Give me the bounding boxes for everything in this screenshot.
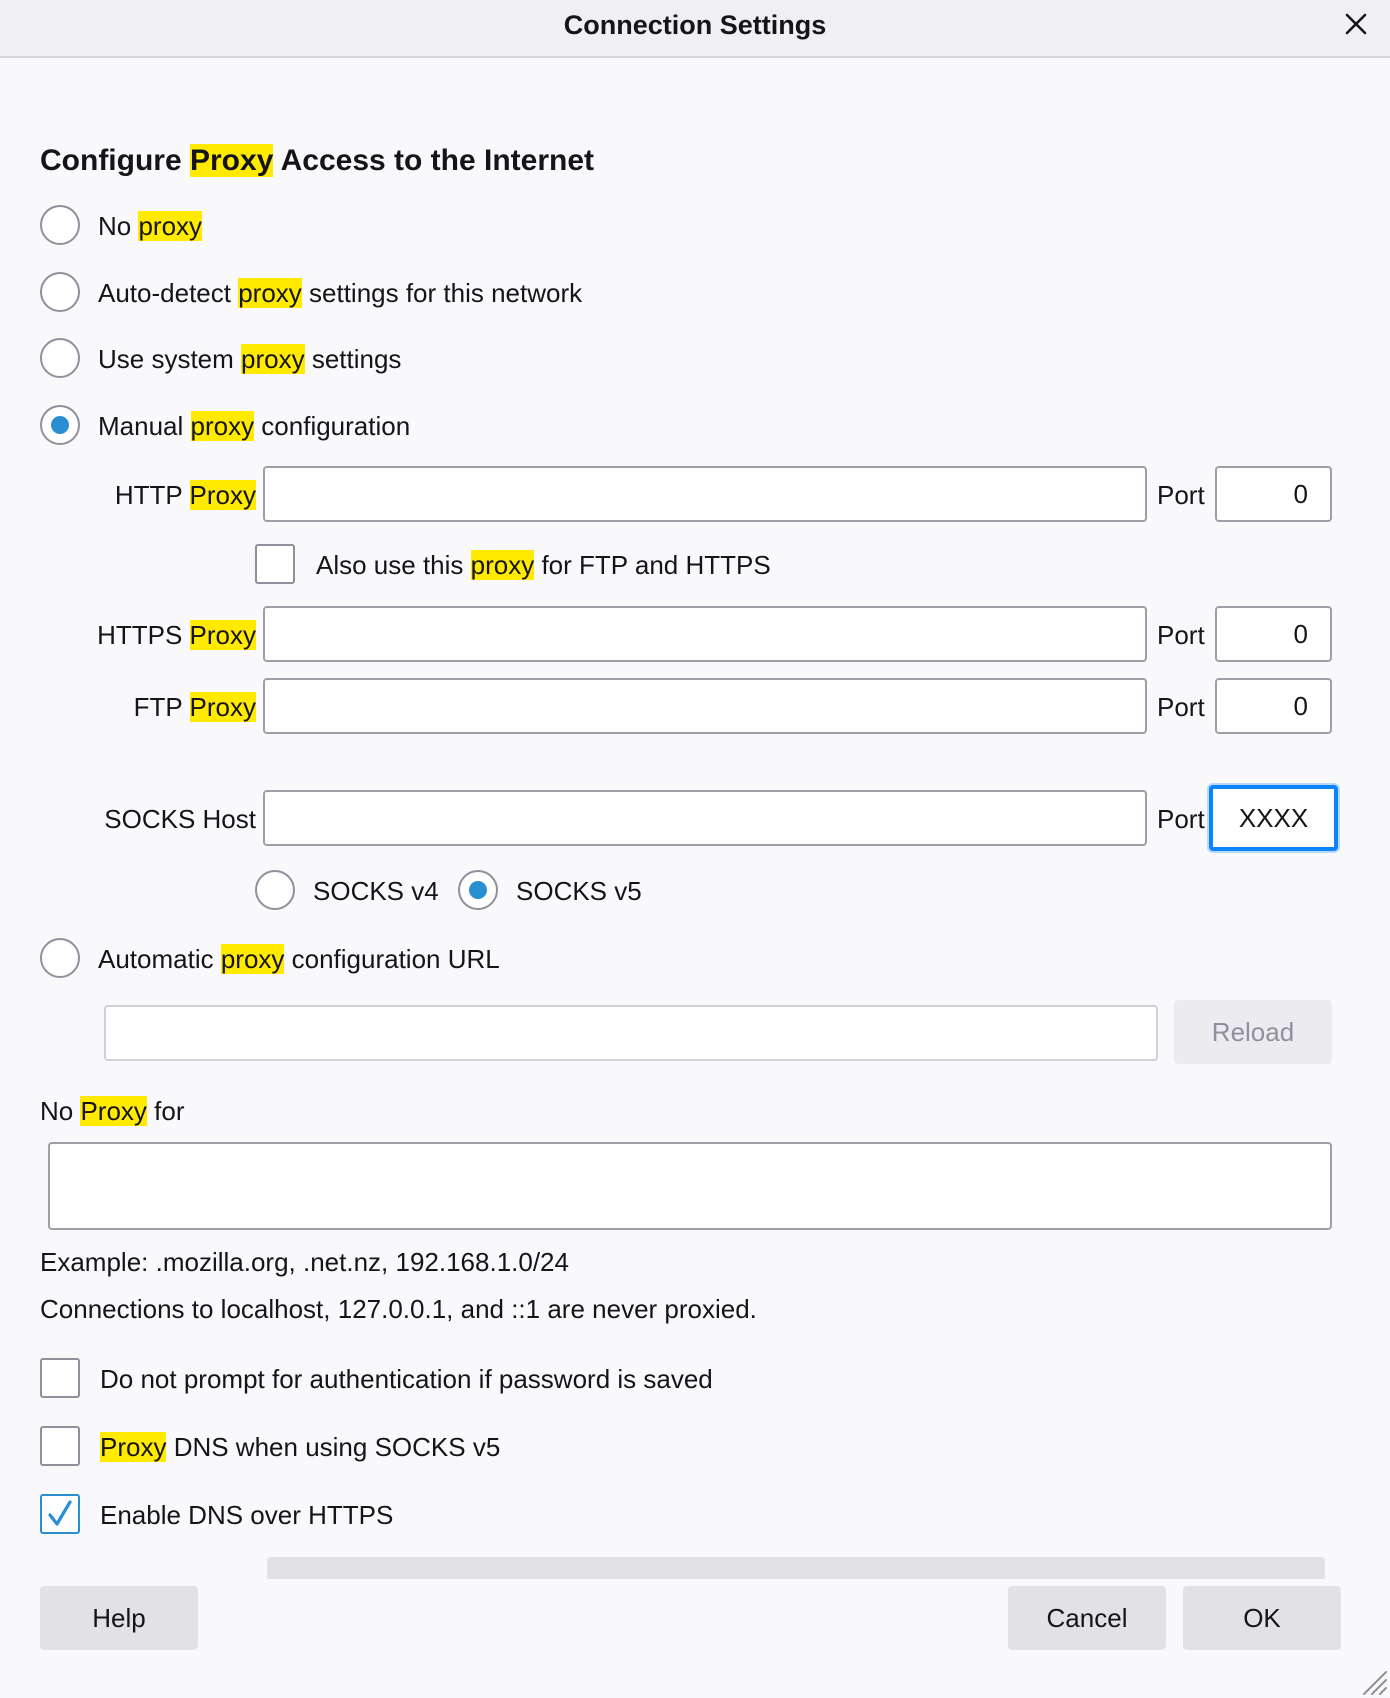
ftp-proxy-label: FTP Proxy <box>133 692 256 722</box>
radio-no-proxy[interactable] <box>40 205 80 245</box>
connection-settings-dialog: Connection Settings Configure Proxy Acce… <box>0 0 1390 1698</box>
auto-config-url-input[interactable] <box>104 1005 1158 1061</box>
radio-auto-detect[interactable] <box>40 272 80 312</box>
ftp-port-label: Port <box>1157 692 1205 722</box>
radio-system-proxy-label: Use system proxy settings <box>98 344 402 374</box>
socks-port-label: Port <box>1157 804 1205 834</box>
close-button[interactable] <box>1338 6 1374 42</box>
also-use-proxy-checkbox[interactable] <box>255 544 295 584</box>
ftp-port-input[interactable] <box>1215 678 1332 734</box>
radio-auto-detect-label: Auto-detect proxy settings for this netw… <box>98 278 583 308</box>
radio-manual-proxy-label: Manual proxy configuration <box>98 411 411 441</box>
close-icon <box>1345 13 1367 35</box>
radio-auto-config-url[interactable] <box>40 938 80 978</box>
https-proxy-label: HTTPS Proxy <box>97 620 256 650</box>
http-port-input[interactable] <box>1215 466 1332 522</box>
no-proxy-note-text: Connections to localhost, 127.0.0.1, and… <box>40 1294 757 1324</box>
cancel-button[interactable]: Cancel <box>1008 1586 1166 1650</box>
radio-system-proxy[interactable] <box>40 338 80 378</box>
radio-manual-proxy[interactable] <box>40 405 80 445</box>
doh-provider-select-partial[interactable] <box>267 1557 1325 1579</box>
no-proxy-example-text: Example: .mozilla.org, .net.nz, 192.168.… <box>40 1247 569 1277</box>
radio-socks-v5[interactable] <box>458 870 498 910</box>
enable-doh-label: Enable DNS over HTTPS <box>100 1500 394 1530</box>
radio-auto-config-url-label: Automatic proxy configuration URL <box>98 944 500 974</box>
section-heading: Configure Proxy Access to the Internet <box>40 144 595 177</box>
http-proxy-label: HTTP Proxy <box>114 480 256 510</box>
no-prompt-auth-checkbox[interactable] <box>40 1358 80 1398</box>
title-bar: Connection Settings <box>0 0 1390 58</box>
proxy-dns-label: Proxy DNS when using SOCKS v5 <box>100 1432 501 1462</box>
https-port-label: Port <box>1157 620 1205 650</box>
no-prompt-auth-label: Do not prompt for authentication if pass… <box>100 1364 713 1394</box>
proxy-dns-checkbox[interactable] <box>40 1426 80 1466</box>
reload-button[interactable]: Reload <box>1174 1000 1332 1064</box>
radio-no-proxy-label: No proxy <box>98 211 203 241</box>
no-proxy-for-textarea[interactable] <box>48 1142 1332 1230</box>
https-proxy-input[interactable] <box>263 606 1147 662</box>
ok-button[interactable]: OK <box>1183 1586 1341 1650</box>
resize-grip-icon[interactable] <box>1358 1666 1388 1696</box>
dialog-title: Connection Settings <box>563 10 827 40</box>
also-use-proxy-label: Also use this proxy for FTP and HTTPS <box>316 550 771 580</box>
help-button[interactable]: Help <box>40 1586 198 1650</box>
socks-port-input[interactable] <box>1209 785 1338 851</box>
no-proxy-for-label: No Proxy for <box>40 1096 185 1126</box>
socks-host-label: SOCKS Host <box>104 804 256 834</box>
https-port-input[interactable] <box>1215 606 1332 662</box>
socks-host-input[interactable] <box>263 790 1147 846</box>
http-proxy-input[interactable] <box>263 466 1147 522</box>
enable-doh-checkbox[interactable] <box>40 1494 80 1534</box>
radio-socks-v5-label: SOCKS v5 <box>516 876 642 906</box>
checkmark-icon <box>48 1500 72 1526</box>
radio-socks-v4-label: SOCKS v4 <box>313 876 439 906</box>
ftp-proxy-input[interactable] <box>263 678 1147 734</box>
radio-socks-v4[interactable] <box>255 870 295 910</box>
http-port-label: Port <box>1157 480 1205 510</box>
